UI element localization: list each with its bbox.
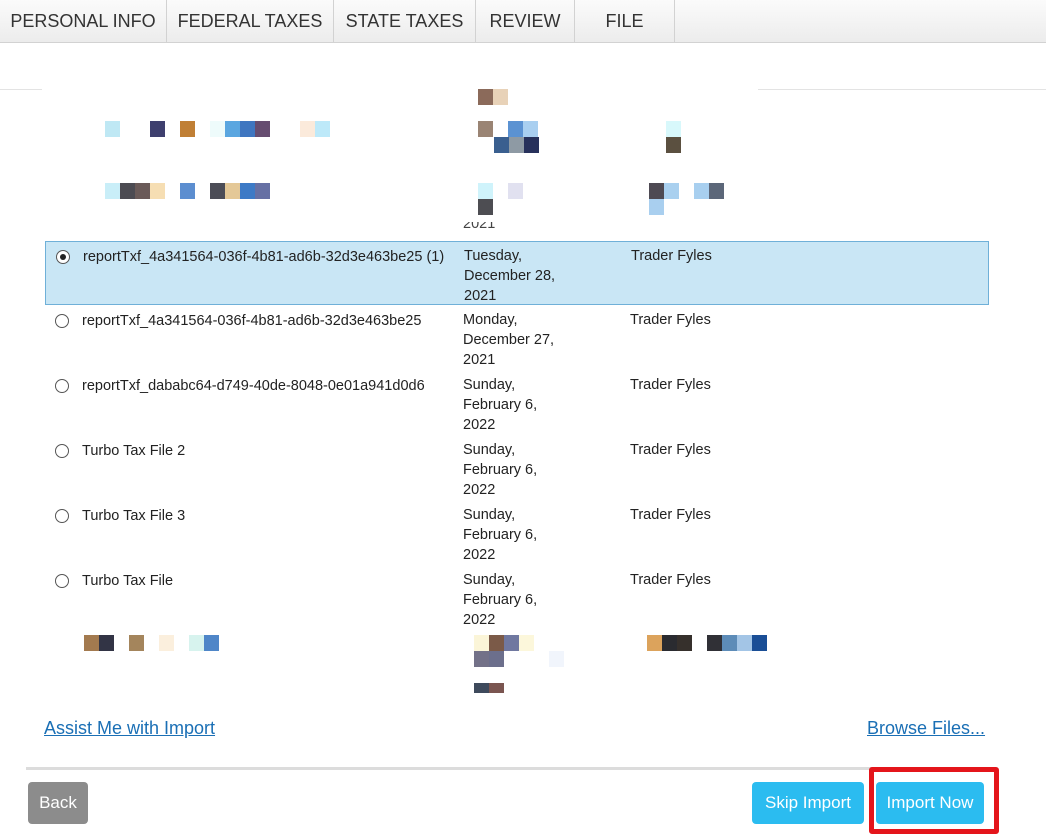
file-source: Trader Fyles [630,377,711,393]
import-now-button[interactable]: Import Now [876,782,984,824]
redacted-block [105,121,330,137]
file-source: Trader Fyles [631,248,712,264]
radio-button[interactable] [55,574,69,588]
file-date: Tuesday, December 28, 2021 [464,248,556,304]
redacted-block [666,137,681,153]
redacted-block [494,137,539,153]
assist-me-with-import-link[interactable]: Assist Me with Import [44,718,215,739]
footer-divider [26,767,994,770]
redacted-block [474,635,534,651]
redacted-block [649,199,664,215]
file-name: reportTxf_4a341564-036f-4b81-ad6b-32d3e4… [83,249,445,265]
redacted-block [474,683,504,693]
file-source: Trader Fyles [630,572,711,588]
file-row[interactable]: reportTxf_dababc64-d749-40de-8048-0e01a9… [45,371,989,435]
file-row[interactable]: Turbo Tax File 2 Sunday, February 6, 202… [45,436,989,500]
radio-button[interactable] [55,379,69,393]
file-row[interactable]: reportTxf_4a341564-036f-4b81-ad6b-32d3e4… [45,306,989,370]
tab-review[interactable]: REVIEW [476,0,575,43]
radio-button-selected[interactable] [56,250,70,264]
back-button[interactable]: Back [28,782,88,824]
cut-off-date-text: 2021 [463,222,496,232]
tab-personal-info[interactable]: PERSONAL INFO [0,0,167,43]
redacted-block [478,199,493,215]
file-row[interactable]: Turbo Tax File Sunday, February 6, 2022 … [45,566,989,630]
top-tab-bar: PERSONAL INFO FEDERAL TAXES STATE TAXES … [0,0,1046,43]
file-source: Trader Fyles [630,312,711,328]
browse-files-link[interactable]: Browse Files... [867,718,985,739]
redacted-block [666,121,681,137]
radio-button[interactable] [55,314,69,328]
file-name: reportTxf_4a341564-036f-4b81-ad6b-32d3e4… [82,313,422,329]
tab-state-taxes[interactable]: STATE TAXES [334,0,476,43]
radio-button[interactable] [55,444,69,458]
header-divider [0,88,1046,91]
tab-file[interactable]: FILE [575,0,675,43]
file-name: Turbo Tax File 3 [82,508,186,524]
redacted-block [647,635,767,651]
redacted-block [105,183,270,199]
tab-federal-taxes[interactable]: FEDERAL TAXES [167,0,334,43]
redacted-block [474,651,564,667]
file-date: Sunday, February 6, 2022 [463,507,538,563]
file-source: Trader Fyles [630,507,711,523]
redacted-block [649,183,724,199]
file-name: reportTxf_dababc64-d749-40de-8048-0e01a9… [82,378,425,394]
redacted-block [478,183,523,199]
file-source: Trader Fyles [630,442,711,458]
redacted-block [478,89,508,105]
file-name: Turbo Tax File 2 [82,443,186,459]
radio-button[interactable] [55,509,69,523]
file-date: Sunday, February 6, 2022 [463,377,538,433]
file-name: Turbo Tax File [82,573,174,589]
redacted-block [84,635,219,651]
file-date: Sunday, February 6, 2022 [463,572,538,628]
file-row[interactable]: reportTxf_4a341564-036f-4b81-ad6b-32d3e4… [45,241,989,305]
redacted-block [478,121,538,137]
file-date: Sunday, February 6, 2022 [463,442,538,498]
file-row[interactable]: Turbo Tax File 3 Sunday, February 6, 202… [45,501,989,565]
file-date: Monday, December 27, 2021 [463,312,555,368]
skip-import-button[interactable]: Skip Import [752,782,864,824]
